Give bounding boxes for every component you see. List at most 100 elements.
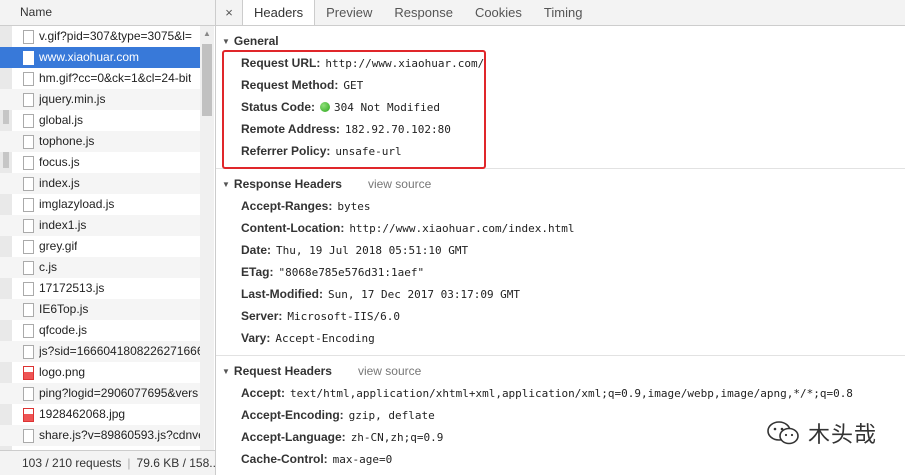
header-value: 182.92.70.102:80 [344, 123, 451, 136]
scroll-up-arrow-icon[interactable]: ▲ [200, 26, 214, 42]
file-list-item[interactable]: logo.png [0, 362, 200, 383]
header-row: Server: Microsoft-IIS/6.0 [216, 305, 905, 327]
close-details-icon[interactable]: × [216, 0, 242, 25]
request-view-source-link[interactable]: view source [358, 364, 421, 378]
file-name: js?sid=1666041808226271666 [39, 344, 200, 358]
file-list-item[interactable]: ping?logid=2906077695&vers [0, 383, 200, 404]
document-file-icon [23, 239, 34, 254]
file-list-item[interactable]: jquery.min.js [0, 89, 200, 110]
name-column-header[interactable]: Name [0, 0, 215, 26]
section-divider [216, 355, 905, 356]
file-name: grey.gif [39, 239, 78, 253]
file-name: jquery.min.js [39, 92, 106, 106]
watermark-text: 木头哉 [807, 422, 877, 447]
header-key: Server: [241, 309, 283, 323]
header-value: Microsoft-IIS/6.0 [287, 310, 400, 323]
header-row: Content-Location: http://www.xiaohuar.com… [216, 217, 905, 239]
file-name: hm.gif?cc=0&ck=1&cl=24-bit [39, 71, 192, 85]
header-row: Last-Modified: Sun, 17 Dec 2017 03:17:09 … [216, 283, 905, 305]
file-list-item[interactable]: IE6Top.js [0, 299, 200, 320]
image-file-icon [23, 407, 34, 422]
header-value: "8068e785e576d31:1aef" [278, 266, 425, 279]
header-row: ETag: "8068e785e576d31:1aef" [216, 261, 905, 283]
header-value: http://www.xiaohuar.com/index.html [349, 222, 575, 235]
tab-response[interactable]: Response [383, 0, 464, 25]
file-name: IE6Top.js [39, 302, 89, 316]
header-row: Accept: text/html,application/xhtml+xml,a… [216, 382, 905, 404]
file-name: ping?logid=2906077695&vers [39, 386, 199, 400]
wechat-icon [767, 421, 799, 445]
header-row: Date: Thu, 19 Jul 2018 05:51:10 GMT [216, 239, 905, 261]
document-file-icon [23, 386, 34, 401]
document-file-icon [23, 155, 34, 170]
header-value: text/html,application/xhtml+xml,applicat… [290, 387, 853, 400]
header-value: http://www.xiaohuar.com/ [325, 57, 485, 70]
header-value: Sun, 17 Dec 2017 03:17:09 GMT [328, 288, 521, 301]
section-divider [216, 168, 905, 169]
header-value: max-age=0 [332, 453, 393, 466]
collapse-triangle-icon: ▼ [222, 180, 230, 189]
file-list-item[interactable]: imglazyload.js [0, 194, 200, 215]
file-name: qfcode.js [39, 323, 88, 337]
tab-cookies[interactable]: Cookies [464, 0, 533, 25]
file-list-item[interactable]: c.js [0, 257, 200, 278]
tab-preview[interactable]: Preview [315, 0, 383, 25]
file-list-item[interactable]: hm.gif?cc=0&ck=1&cl=24-bit [0, 68, 200, 89]
document-file-icon [23, 113, 34, 128]
document-file-icon [23, 92, 34, 107]
response-headers-section-header[interactable]: ▼ Response Headers view source [216, 173, 905, 195]
file-list-scroll-thumb[interactable] [202, 44, 212, 116]
header-value: GET [343, 79, 364, 92]
file-name: focus.js [39, 155, 80, 169]
header-key: Vary: [241, 331, 271, 345]
file-list-item[interactable]: share.js?v=89860593.js?cdnver [0, 425, 200, 446]
header-key: Accept: [241, 386, 286, 400]
file-name: index1.js [39, 218, 87, 232]
file-list-item[interactable]: focus.js [0, 152, 200, 173]
tab-headers[interactable]: Headers [242, 0, 316, 25]
file-name: c.js [39, 260, 57, 274]
request-details-panel: × Headers Preview Response Cookies Timin… [216, 0, 905, 475]
network-request-list-panel: Name v.gif?pid=307&type=3075&l= www.xiaoh… [0, 0, 216, 475]
document-file-icon [23, 71, 34, 86]
header-key: Accept-Encoding: [241, 408, 344, 422]
file-list-item[interactable]: tophone.js [0, 131, 200, 152]
header-key: ETag: [241, 265, 274, 279]
file-list-item[interactable]: 1928462068.jpg [0, 404, 200, 425]
header-key: Referrer Policy: [241, 144, 331, 158]
header-value: zh-CN,zh;q=0.9 [350, 431, 444, 444]
file-name: 17172513.js [39, 281, 105, 295]
file-list-item[interactable]: index1.js [0, 215, 200, 236]
header-row: Referrer Policy: unsafe-url [216, 140, 905, 162]
header-row: Accept-Ranges: bytes [216, 195, 905, 217]
request-headers-section-header[interactable]: ▼ Request Headers view source [216, 360, 905, 382]
header-key: Last-Modified: [241, 287, 323, 301]
header-key: Content-Location: [241, 221, 345, 235]
file-list-item[interactable]: www.xiaohuar.com [0, 47, 200, 68]
general-section-header[interactable]: ▼ General [216, 30, 905, 52]
image-file-icon [23, 365, 34, 380]
document-file-icon [23, 134, 34, 149]
tab-timing[interactable]: Timing [533, 0, 594, 25]
file-list-item[interactable]: global.js [0, 110, 200, 131]
document-file-icon [23, 218, 34, 233]
header-value: 304 Not Modified [334, 101, 440, 114]
file-name: tophone.js [39, 134, 95, 148]
file-list-item[interactable]: grey.gif [0, 236, 200, 257]
response-headers-title: Response Headers [233, 177, 342, 191]
file-list-item[interactable]: 17172513.js [0, 278, 200, 299]
header-key: Accept-Ranges: [241, 199, 333, 213]
status-separator: | [127, 456, 131, 470]
header-value: bytes [337, 200, 371, 213]
file-list-item[interactable]: js?sid=1666041808226271666 [0, 341, 200, 362]
response-view-source-link[interactable]: view source [368, 177, 431, 191]
header-key: Accept-Language: [241, 430, 346, 444]
file-name: imglazyload.js [39, 197, 115, 211]
headers-content: ▼ General Request URL: http://www.xiaohuar… [216, 26, 905, 475]
file-list-item[interactable]: qfcode.js [0, 320, 200, 341]
file-list-item[interactable]: index.js [0, 173, 200, 194]
header-row: Request Method: GET [216, 74, 905, 96]
document-file-icon [23, 29, 34, 44]
file-list-item[interactable]: v.gif?pid=307&type=3075&l= [0, 26, 200, 47]
watermark: 木头哉 [766, 417, 877, 449]
